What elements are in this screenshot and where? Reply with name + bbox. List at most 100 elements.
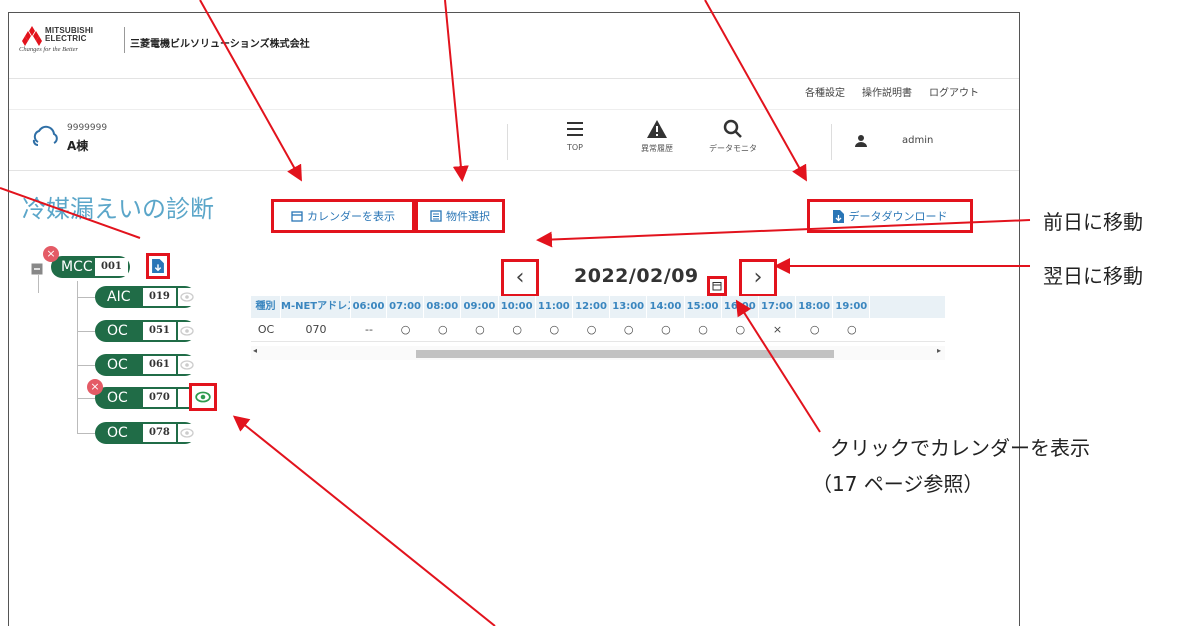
search-icon [723, 119, 742, 138]
property-select-button[interactable]: 物件選択 [415, 199, 505, 233]
table-cell: -- [365, 323, 373, 336]
brand-divider [124, 27, 125, 53]
eye-active-button[interactable] [189, 383, 217, 411]
table-cell: ○ [400, 323, 411, 336]
tree-line [77, 281, 78, 434]
column-header: 13:00 [610, 296, 648, 318]
calendar-icon [712, 282, 722, 291]
column-header: M-NETアドレス [281, 296, 351, 318]
unit-node[interactable]: OC 061 [95, 354, 196, 376]
calendar-open-button[interactable] [707, 276, 727, 296]
nav-data-monitor[interactable]: データモニタ [698, 118, 768, 154]
unit-node[interactable]: OC 051 [95, 320, 196, 342]
cloud-icon[interactable] [29, 122, 61, 150]
horizontal-scrollbar[interactable]: ◂ ▸ [251, 346, 945, 360]
table-cell: ○ [661, 323, 671, 336]
settings-link[interactable]: 各種設定 [805, 84, 845, 99]
divider [9, 78, 1019, 79]
unit-address: 070 [143, 389, 176, 407]
next-day-button[interactable]: › [739, 259, 777, 297]
table-cell: ○ [809, 323, 820, 336]
unit-node-selected[interactable]: OC 070 [95, 387, 200, 409]
table-row: OC 070 -- ○ ○ ○ ○ ○ ○ ○ ○ ○ ○ × ○ ○ [251, 318, 945, 342]
column-header: 09:00 [461, 296, 499, 318]
tree-line [38, 275, 39, 293]
eye-icon [195, 391, 211, 403]
unit-node-mcc[interactable]: MCC 001 [51, 256, 130, 278]
show-calendar-button[interactable]: カレンダーを表示 [271, 199, 415, 233]
nav-top[interactable]: TOP [540, 118, 610, 152]
collapse-icon[interactable] [31, 263, 43, 275]
table-cell: ○ [847, 323, 857, 336]
building-name: A棟 [67, 139, 89, 153]
column-header: 10:00 [499, 296, 536, 318]
eye-icon[interactable] [177, 288, 196, 306]
tree-line [77, 297, 95, 298]
callout-calendar-page: （17 ページ参照） [812, 472, 984, 496]
building-list-icon [430, 210, 442, 222]
prev-day-button[interactable]: ‹ [501, 259, 539, 297]
table-cell: ○ [475, 323, 485, 336]
calendar-icon [291, 211, 303, 222]
tree-line [77, 365, 95, 366]
data-download-button[interactable]: データダウンロード [807, 199, 973, 233]
logo-text-electric: ELECTRIC [45, 34, 87, 43]
eye-icon[interactable] [177, 322, 196, 340]
scroll-thumb[interactable] [416, 350, 834, 358]
current-date: 2022/02/09 [574, 265, 699, 287]
column-header: 15:00 [685, 296, 722, 318]
three-diamonds-icon [22, 26, 42, 46]
data-download-label: データダウンロード [848, 210, 948, 223]
scroll-left-arrow-icon[interactable]: ◂ [253, 346, 257, 355]
unit-type: OC [107, 390, 128, 406]
manual-link[interactable]: 操作説明書 [862, 84, 912, 99]
unit-address: 051 [143, 322, 176, 340]
unit-node[interactable]: OC 078 [95, 422, 196, 444]
column-header: 11:00 [536, 296, 573, 318]
error-x-icon: × [43, 246, 59, 262]
property-select-label: 物件選択 [446, 210, 490, 223]
logo-tagline: Changes for the Better [19, 46, 79, 53]
utility-links: 各種設定 操作説明書 ログアウト [805, 84, 979, 99]
unit-address: 001 [95, 258, 128, 276]
unit-type: AIC [107, 289, 131, 305]
unit-download-button[interactable] [146, 253, 170, 279]
table-cell: ○ [698, 323, 708, 336]
table-cell: ○ [549, 323, 560, 336]
eye-icon[interactable] [177, 356, 196, 374]
nav-alarm-history[interactable]: 異常履歴 [622, 118, 692, 154]
column-header: 07:00 [387, 296, 425, 318]
scroll-right-arrow-icon[interactable]: ▸ [937, 346, 941, 355]
logout-link[interactable]: ログアウト [929, 84, 979, 99]
table-cell: × [772, 323, 783, 336]
eye-icon[interactable] [177, 424, 196, 442]
mitsubishi-logo: MITSUBISHI ELECTRIC Changes for the Bett… [19, 24, 131, 58]
nav-label: データモニタ [709, 144, 757, 153]
unit-address: 019 [143, 288, 176, 306]
column-header: 08:00 [424, 296, 462, 318]
tree-line [77, 331, 95, 332]
table-cell: ○ [586, 323, 597, 336]
brand-bar: MITSUBISHI ELECTRIC Changes for the Bett… [9, 13, 1019, 67]
unit-type: OC [107, 357, 128, 373]
diagnosis-table: 種別 M-NETアドレス 06:00 07:00 08:00 09:00 10:… [251, 296, 945, 360]
unit-node[interactable]: AIC 019 [95, 286, 196, 308]
nav-label: TOP [566, 143, 583, 152]
table-cell: ○ [437, 323, 448, 336]
table-cell: ○ [735, 323, 746, 336]
nav-separator [507, 124, 508, 160]
building-number: 9999999 [67, 123, 108, 133]
column-header: 16:00 [722, 296, 759, 318]
tree-line [77, 433, 95, 434]
unit-address: 078 [143, 424, 176, 442]
nav-separator [831, 124, 832, 160]
chevron-left-icon: ‹ [515, 265, 525, 290]
callout-prev-day: 前日に移動 [1043, 210, 1143, 234]
unit-type: OC [107, 323, 128, 339]
table-cell: OC [257, 323, 275, 336]
download-file-icon [152, 259, 164, 273]
user-name[interactable]: admin [902, 135, 933, 146]
column-header: 06:00 [351, 296, 387, 318]
callout-next-day: 翌日に移動 [1043, 264, 1143, 288]
tree-line [77, 398, 95, 399]
